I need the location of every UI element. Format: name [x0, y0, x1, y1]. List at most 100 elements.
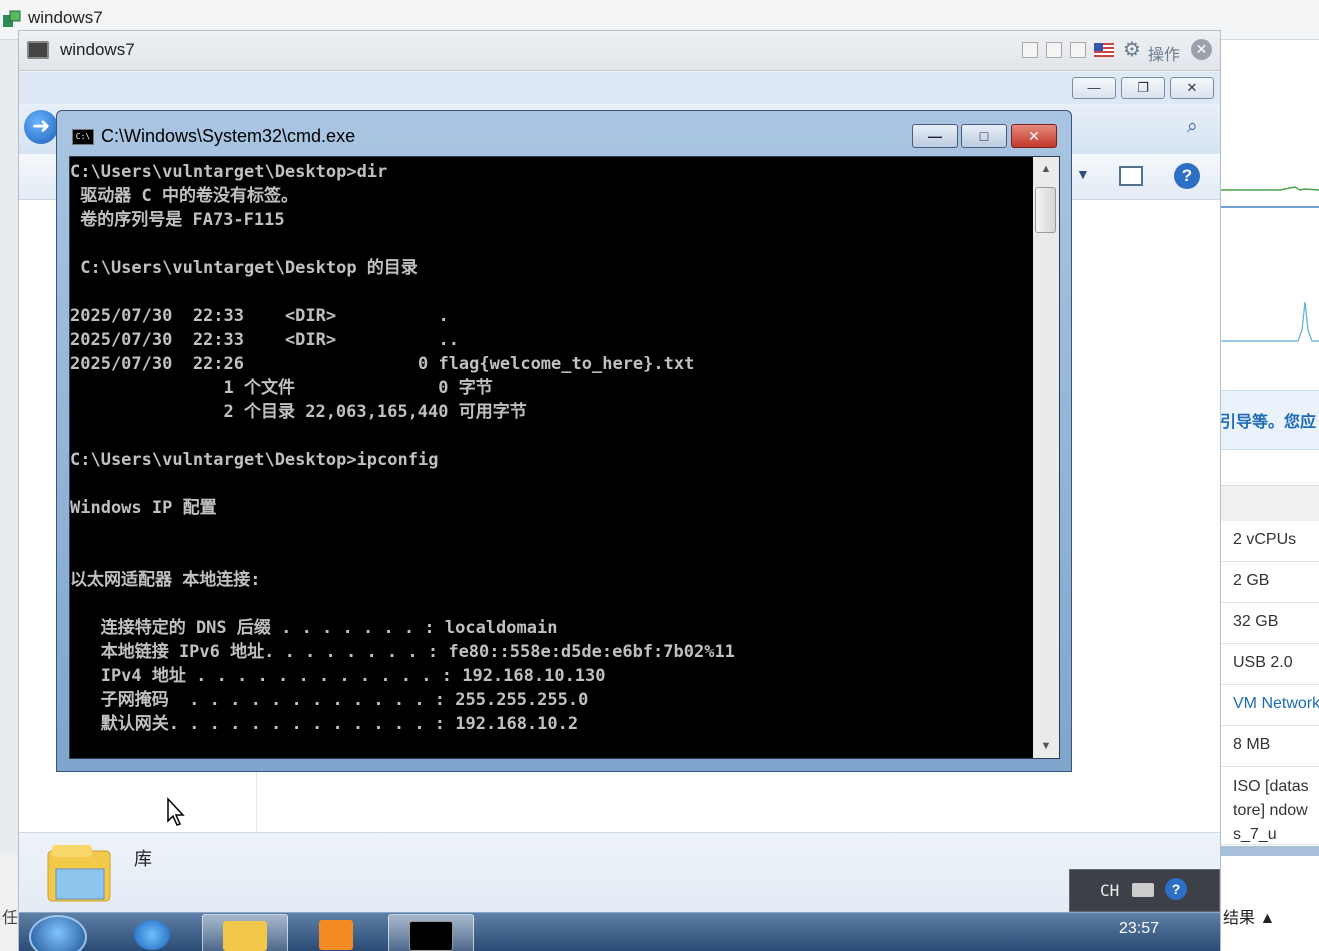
- notice-text: 引导等。您应: [1220, 414, 1317, 431]
- taskbar: 23:57: [19, 912, 1220, 951]
- cmd-icon: [409, 921, 453, 951]
- row-network[interactable]: VM Network: [1220, 685, 1319, 726]
- scroll-down-icon[interactable]: ▼: [1033, 734, 1059, 758]
- scroll-thumb[interactable]: [1035, 187, 1056, 233]
- cmd-line: [70, 280, 1030, 304]
- close-console-button[interactable]: ✕: [1191, 39, 1212, 60]
- results-label[interactable]: 结果 ▲: [1223, 904, 1275, 928]
- help-icon[interactable]: ?: [1165, 878, 1187, 900]
- panel-divider: [1220, 846, 1319, 856]
- mouse-cursor-icon: [167, 797, 185, 826]
- taskbar-cmd[interactable]: [388, 914, 474, 951]
- library-folder-icon: [47, 845, 111, 902]
- cmd-console[interactable]: C:\Users\vulntarget\Desktop>dir 驱动器 C 中的…: [69, 156, 1060, 759]
- ie-icon: [134, 920, 170, 950]
- keyboard-layout-flag-icon[interactable]: [1094, 43, 1114, 57]
- explorer-close-button[interactable]: ✕: [1170, 77, 1214, 99]
- window-icon[interactable]: [1070, 42, 1086, 58]
- cmd-line: 连接特定的 DNS 后缀 . . . . . . . : localdomain: [70, 618, 558, 638]
- memory-sparkline: [1220, 301, 1319, 342]
- cmd-line: 1 个文件 0 字节: [70, 378, 493, 398]
- maximize-button[interactable]: □: [961, 124, 1007, 148]
- close-button[interactable]: ✕: [1011, 124, 1057, 148]
- row-value: 8 MB: [1233, 736, 1271, 753]
- row-cd: ISO [datastore] ndows_7_u: [1220, 767, 1319, 845]
- cmd-title-icon: C:\: [72, 129, 94, 145]
- outer-title: windows7: [28, 8, 103, 27]
- cmd-line: [70, 232, 1030, 256]
- row-cpu: 2 vCPUs: [1220, 521, 1319, 562]
- network-link[interactable]: VM Network: [1233, 695, 1319, 713]
- explorer-restore-button[interactable]: ❐: [1121, 77, 1165, 99]
- actions-menu[interactable]: 操作: [1148, 41, 1180, 65]
- cmd-output[interactable]: C:\Users\vulntarget\Desktop>dir 驱动器 C 中的…: [70, 160, 1030, 758]
- row-value: 2 GB: [1233, 572, 1270, 589]
- cmd-line: 2025/07/30 22:33 <DIR> ..: [70, 330, 459, 350]
- row-disk: 32 GB: [1220, 603, 1319, 644]
- cmd-line: 驱动器 C 中的卷没有标签。: [70, 186, 298, 206]
- keyboard-icon[interactable]: [1132, 883, 1154, 897]
- console-icon: [27, 41, 49, 59]
- left-strip-label: 任: [2, 910, 19, 927]
- ctrl-alt-del-icon[interactable]: [1046, 42, 1062, 58]
- start-button[interactable]: [29, 915, 87, 951]
- preview-pane-icon[interactable]: [1119, 166, 1143, 186]
- cmd-line: 子网掩码 . . . . . . . . . . . . : 255.255.2…: [70, 690, 589, 710]
- taskbar-ie[interactable]: [114, 914, 200, 951]
- input-language[interactable]: CH: [1100, 881, 1119, 900]
- console-title: windows7: [60, 40, 135, 59]
- row-value: ISO [datastore] ndows_7_u: [1233, 778, 1309, 843]
- row-value: 32 GB: [1233, 613, 1279, 630]
- notice-banner: 引导等。您应: [1220, 390, 1319, 450]
- recent-tasks-header[interactable]: 结果 ▲: [1220, 895, 1319, 935]
- console-title-bar: windows7 ⚙ 操作 ✕: [19, 31, 1220, 71]
- cmd-line: C:\Users\vulntarget\Desktop>ipconfig: [70, 450, 439, 470]
- left-strip: 任: [0, 855, 18, 951]
- cmd-line: 2025/07/30 22:26 0 flag{welcome_to_here}…: [70, 354, 695, 374]
- summary-header: [1220, 485, 1319, 521]
- row-value: USB 2.0: [1233, 654, 1293, 671]
- folder-icon: [223, 921, 267, 951]
- row-usb: USB 2.0: [1220, 644, 1319, 685]
- help-icon[interactable]: ?: [1174, 163, 1200, 189]
- cmd-line: C:\Users\vulntarget\Desktop>dir: [70, 162, 388, 182]
- details-title: 库: [134, 849, 152, 869]
- taskbar-media-player[interactable]: [299, 914, 385, 951]
- fullscreen-icon[interactable]: [1022, 42, 1038, 58]
- cmd-title-bar[interactable]: C:\ C:\Windows\System32\cmd.exe — □ ✕: [57, 111, 1071, 155]
- cmd-line: [70, 544, 1030, 568]
- cmd-line: IPv4 地址 . . . . . . . . . . . . : 192.16…: [70, 666, 606, 686]
- media-player-icon: [319, 920, 353, 950]
- scroll-up-icon[interactable]: ▲: [1033, 157, 1059, 181]
- cmd-line: [70, 592, 1030, 616]
- search-icon[interactable]: ⌕: [1187, 116, 1198, 138]
- minimize-button[interactable]: —: [912, 124, 958, 148]
- cmd-line: 本地链接 IPv6 地址. . . . . . . . : fe80::558e…: [70, 642, 735, 662]
- back-button[interactable]: ➜: [24, 110, 58, 144]
- vm-summary-panel: 引导等。您应 2 vCPUs 2 GB 32 GB USB 2.0 VM Net…: [1220, 40, 1319, 951]
- language-bar: CH ?: [1069, 869, 1220, 912]
- explorer-titlebar: — ❐ ✕: [19, 72, 1220, 104]
- row-video: 8 MB: [1220, 726, 1319, 767]
- cmd-line: [70, 520, 1030, 544]
- cmd-line: [70, 424, 1030, 448]
- explorer-minimize-button[interactable]: —: [1072, 77, 1116, 99]
- cmd-line: 2 个目录 22,063,165,440 可用字节: [70, 402, 527, 422]
- row-value: 2 vCPUs: [1233, 531, 1297, 548]
- cmd-line: [70, 472, 1030, 496]
- cmd-title: C:\Windows\System32\cmd.exe: [101, 126, 356, 146]
- vm-icon: [3, 10, 21, 27]
- taskbar-clock[interactable]: 23:57: [1119, 920, 1159, 938]
- taskbar-explorer[interactable]: [202, 914, 288, 951]
- cpu-sparkline: [1220, 186, 1319, 208]
- cmd-line: 默认网关. . . . . . . . . . . . . : 192.168.…: [70, 714, 579, 734]
- cmd-window: C:\ C:\Windows\System32\cmd.exe — □ ✕ C:…: [56, 110, 1072, 772]
- cmd-line: C:\Users\vulntarget\Desktop 的目录: [70, 258, 418, 278]
- cmd-line: 卷的序列号是 FA73-F115: [70, 210, 285, 230]
- gear-icon[interactable]: ⚙: [1123, 37, 1141, 62]
- cmd-line: 以太网适配器 本地连接:: [70, 570, 261, 590]
- vertical-scrollbar[interactable]: ▲ ▼: [1033, 157, 1059, 758]
- row-memory: 2 GB: [1220, 562, 1319, 603]
- cmd-line: 2025/07/30 22:33 <DIR> .: [70, 306, 449, 326]
- chevron-down-icon[interactable]: ▼: [1076, 166, 1090, 182]
